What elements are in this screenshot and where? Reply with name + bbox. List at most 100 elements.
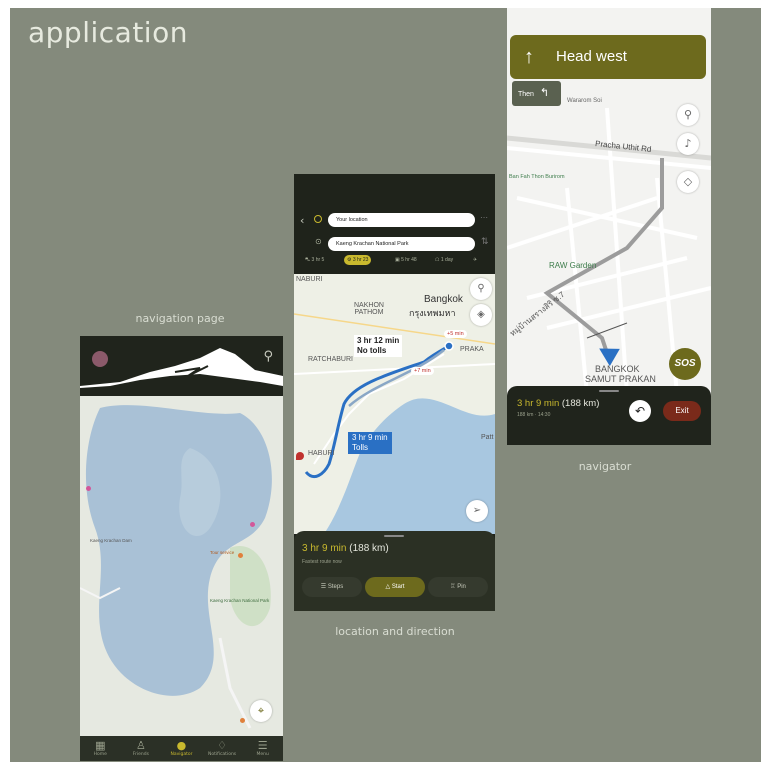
route-inputs: ‹ Your location ⋯ ⊙ Kaeng Krachan Nation… <box>294 174 495 274</box>
compass-icon[interactable]: ◇ <box>677 171 699 193</box>
then-chip: Then ↰ <box>512 81 561 106</box>
recenter-icon[interactable]: ➢ <box>466 500 488 522</box>
map-label: RAW Garden <box>549 261 597 270</box>
map-label: Kaeng Krachan Dam <box>90 538 132 543</box>
turn-left-icon: ↰ <box>539 87 550 99</box>
destination-pin-icon[interactable] <box>296 452 304 460</box>
pin-icon: ● <box>176 739 187 752</box>
map-label: NABURI <box>296 276 323 283</box>
presentation-board: application navigation page location and… <box>10 8 761 762</box>
list-icon: ☰ <box>320 584 327 590</box>
delay-badge: +5 min <box>444 330 467 338</box>
tab-menu[interactable]: ☰ Menu <box>248 739 278 758</box>
volume-icon[interactable]: ♪ <box>677 133 699 155</box>
locate-icon[interactable]: ⌖ <box>250 700 272 722</box>
best-route-callout[interactable]: 3 hr 9 min Tolls <box>348 432 392 454</box>
map-label: SAMUT PRAKAN <box>585 374 656 384</box>
reroute-button[interactable]: ↶ <box>629 400 651 422</box>
delay-badge: +7 min <box>411 367 434 375</box>
phone-navigator: Wararom Soi Pracha Uthit Rd Ban Fah Thon… <box>507 8 711 445</box>
route-time: 3 hr 9 min (188 km) <box>302 543 389 554</box>
map-pin-icon[interactable] <box>240 718 245 723</box>
map-view[interactable]: Kaeng Krachan Dam Kaeng Krachan National… <box>80 388 283 736</box>
map-pin-icon[interactable] <box>238 553 243 558</box>
map-label: BANGKOK <box>595 364 640 374</box>
map-label: Patt <box>481 434 494 441</box>
route-note: Fastest route now <box>302 559 342 565</box>
swap-icon[interactable]: ⇅ <box>481 237 489 247</box>
alt-route-callout[interactable]: 3 hr 12 min No tolls <box>354 335 403 357</box>
map-label: HABURI <box>308 450 335 457</box>
caption-navigation-page: navigation page <box>135 312 225 325</box>
people-icon: ♙ <box>135 739 146 752</box>
route-map <box>294 274 495 534</box>
destination-field[interactable]: Kaeng Krachan National Park <box>328 237 475 251</box>
map-pin-icon[interactable] <box>86 486 91 491</box>
motorbike-icon: ⚙ <box>347 257 352 263</box>
map-label: Wararom Soi <box>567 98 602 104</box>
plane-icon: ✈ <box>473 257 478 263</box>
header: ⚲ <box>80 336 283 396</box>
mode-transit[interactable]: ▣ 5 hr 48 <box>392 255 420 265</box>
drag-handle[interactable] <box>384 535 404 537</box>
origin-field[interactable]: Your location <box>328 213 475 227</box>
car-icon: ⛍ <box>305 257 311 263</box>
search-icon[interactable]: ⚲ <box>470 278 492 300</box>
map-label: PRAKA <box>460 346 484 353</box>
bottom-nav: ▦ Home ♙ Friends ● Navigator ♢ Notifications… <box>80 736 283 761</box>
tab-navigator[interactable]: ● Navigator <box>166 739 196 758</box>
page-title: application <box>28 16 188 49</box>
map-pin-icon[interactable] <box>250 522 255 527</box>
menu-icon: ☰ <box>257 739 268 752</box>
steps-button[interactable]: ☰ Steps <box>302 577 362 597</box>
walk-icon: ☖ <box>435 257 440 263</box>
turn-back-icon: ↶ <box>634 404 646 418</box>
route-summary-sheet: 3 hr 9 min (188 km) Fastest route now <box>294 531 495 611</box>
map-label: NAKHON PATHOM <box>354 302 384 316</box>
sos-button[interactable]: SOS <box>669 348 701 380</box>
phone-navigation-page: Kaeng Krachan Dam Kaeng Krachan National… <box>80 336 283 761</box>
pin-button[interactable]: ♖ Pin <box>428 577 488 597</box>
mode-motorbike[interactable]: ⚙ 3 hr 23 <box>344 255 372 265</box>
instruction-banner: ↑ Head west <box>510 35 706 79</box>
start-button[interactable]: △ Start <box>365 577 425 597</box>
more-icon[interactable]: ⋯ <box>480 213 488 222</box>
bell-icon: ♢ <box>217 739 228 752</box>
mountain-banner <box>80 336 283 396</box>
avatar[interactable] <box>92 351 108 367</box>
layers-icon[interactable]: ◈ <box>470 304 492 326</box>
search-icon[interactable]: ⚲ <box>677 104 699 126</box>
map-label: Tour service <box>210 550 235 555</box>
tab-notifications[interactable]: ♢ Notifications <box>207 739 237 758</box>
mode-walk[interactable]: ☖ 1 day <box>432 255 456 265</box>
pin-icon: ♖ <box>450 584 456 590</box>
exit-button[interactable]: Exit <box>663 401 701 421</box>
transit-icon: ▣ <box>395 257 400 263</box>
drag-handle[interactable] <box>599 390 619 392</box>
tab-home[interactable]: ▦ Home <box>85 739 115 758</box>
map-label: Bangkok <box>424 294 463 305</box>
caption-navigator: navigator <box>578 460 632 473</box>
tab-friends[interactable]: ♙ Friends <box>126 739 156 758</box>
map-graphic <box>80 388 283 736</box>
caption-location-direction: location and direction <box>335 625 455 638</box>
map-label: Ban Fah Thon Burirom <box>509 174 565 180</box>
trip-sheet: 3 hr 9 min (188 km) 188 km · 14:30 ↶ Exi… <box>507 386 711 445</box>
trip-time: 3 hr 9 min (188 km) <box>517 398 600 409</box>
navigate-icon: △ <box>385 584 391 590</box>
map-view[interactable]: NABURI NAKHON PATHOM Bangkok กรุงเทพมหา … <box>294 274 495 534</box>
search-icon[interactable]: ⚲ <box>263 349 273 364</box>
origin-icon <box>314 215 322 223</box>
back-icon[interactable]: ‹ <box>300 214 304 227</box>
mode-more[interactable]: ✈ <box>470 255 480 265</box>
map-label: Kaeng Krachan National Park <box>210 598 270 603</box>
destination-icon: ⊙ <box>315 237 322 246</box>
instruction-text: Head west <box>556 48 627 65</box>
phone-location-direction: NABURI NAKHON PATHOM Bangkok กรุงเทพมหา … <box>294 174 495 611</box>
grid-icon: ▦ <box>95 739 106 752</box>
map-label: กรุงเทพมหา <box>409 308 456 318</box>
trip-sub: 188 km · 14:30 <box>517 412 551 418</box>
map-label: RATCHABURI <box>308 356 353 363</box>
mode-car[interactable]: ⛍ 3 hr 5 <box>302 255 327 265</box>
arrow-up-icon: ↑ <box>524 46 534 68</box>
